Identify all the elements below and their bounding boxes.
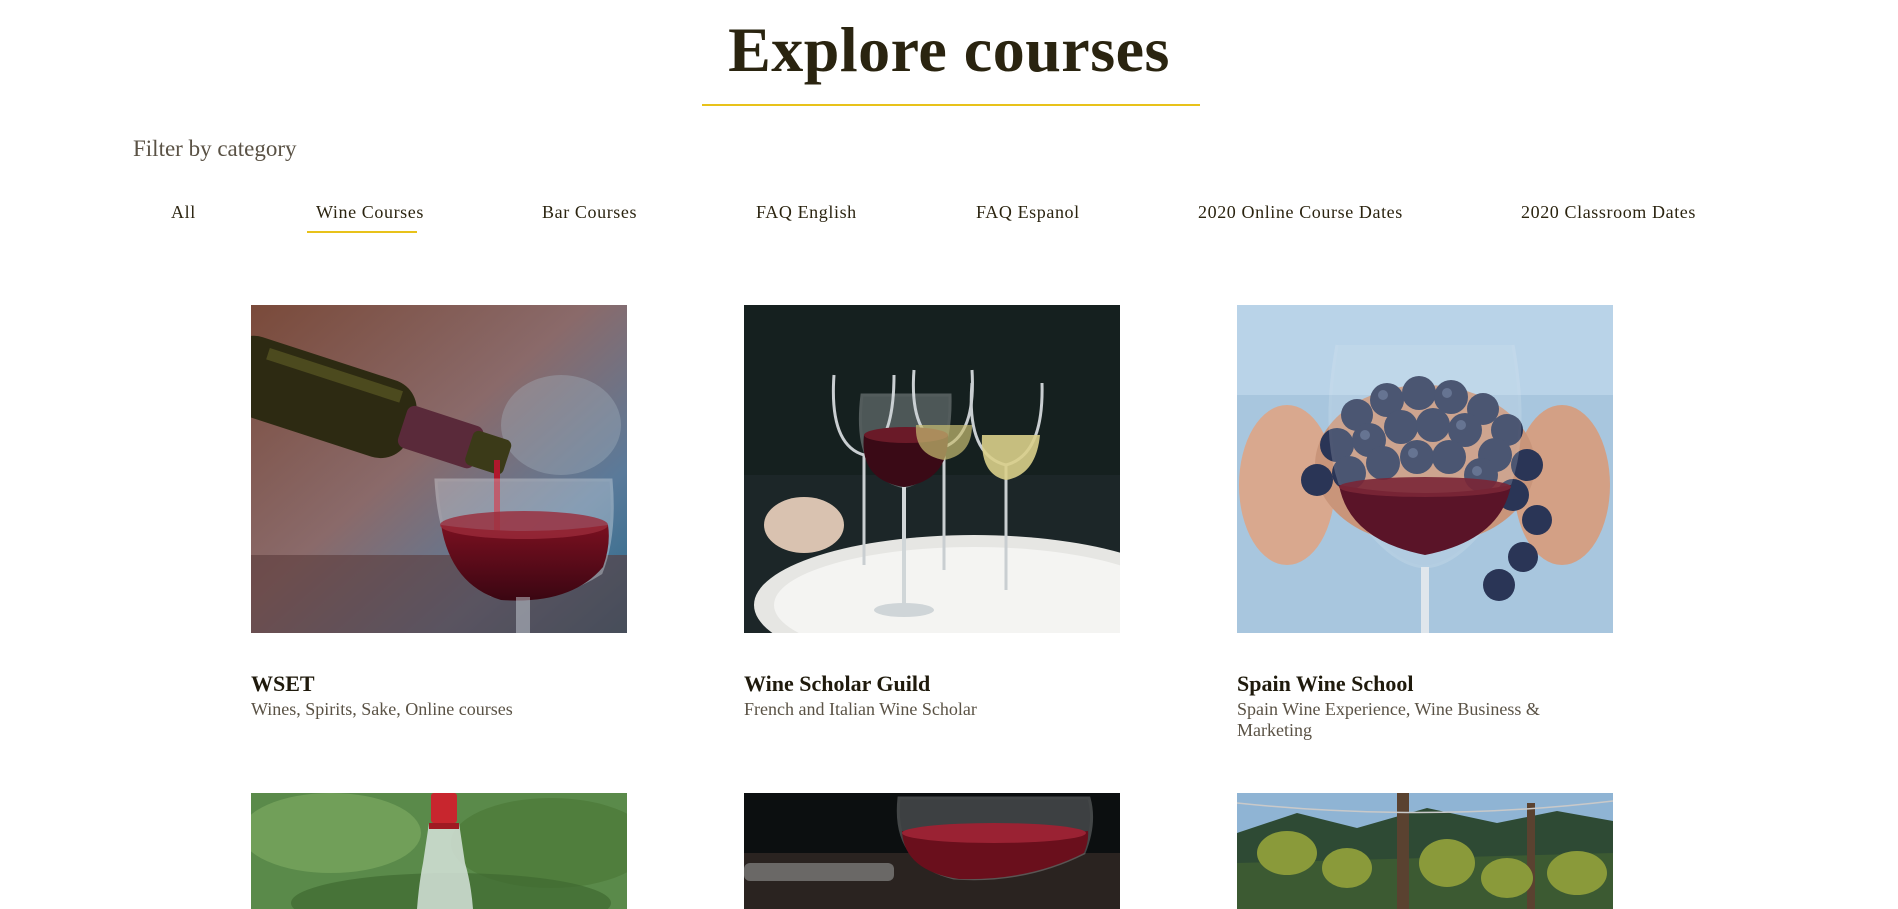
title-underline	[702, 104, 1200, 106]
wine-pouring-image[interactable]	[251, 305, 627, 633]
filter-tab-wine-courses[interactable]: Wine Courses	[307, 198, 424, 233]
category-filter-tabs: All Wine Courses Bar Courses FAQ English…	[0, 198, 1898, 238]
course-subtitle: Wines, Spirits, Sake, Online courses	[251, 699, 513, 719]
course-card-image-glass-table[interactable]	[744, 793, 1120, 909]
filter-tab-bar-courses[interactable]: Bar Courses	[542, 198, 637, 226]
course-subtitle: French and Italian Wine Scholar	[744, 699, 977, 719]
wine-bottle-field-image	[251, 793, 627, 909]
course-subtitle: Spain Wine Experience, Wine Business & M…	[1237, 699, 1540, 740]
course-card-image-vineyard[interactable]	[1237, 793, 1613, 909]
filter-tab-faq-espanol[interactable]: FAQ Espanol	[976, 198, 1080, 226]
filter-tab-all[interactable]: All	[171, 198, 196, 226]
course-card-wset[interactable]: WSET Wines, Spirits, Sake, Online course…	[251, 305, 627, 720]
filter-tab-2020-online-course-dates[interactable]: 2020 Online Course Dates	[1198, 198, 1403, 226]
filter-tab-2020-classroom-dates[interactable]: 2020 Classroom Dates	[1521, 198, 1696, 226]
wine-glasses-tray-image[interactable]	[744, 305, 1120, 633]
course-title[interactable]: Spain Wine School	[1237, 671, 1613, 697]
course-title[interactable]: Wine Scholar Guild	[744, 671, 1120, 697]
wine-glass-table-image	[744, 793, 1120, 909]
grapes-in-glass-image[interactable]	[1237, 305, 1613, 633]
filter-tab-faq-english[interactable]: FAQ English	[756, 198, 857, 226]
course-title[interactable]: WSET	[251, 671, 627, 697]
course-card-spain-wine-school[interactable]: Spain Wine School Spain Wine Experience,…	[1237, 305, 1613, 741]
course-card-image-bottle-field[interactable]	[251, 793, 627, 909]
course-card-wine-scholar-guild[interactable]: Wine Scholar Guild French and Italian Wi…	[744, 305, 1120, 720]
page-title: Explore courses	[728, 14, 1170, 85]
filter-label: Filter by category	[133, 136, 297, 161]
vineyard-image	[1237, 793, 1613, 909]
